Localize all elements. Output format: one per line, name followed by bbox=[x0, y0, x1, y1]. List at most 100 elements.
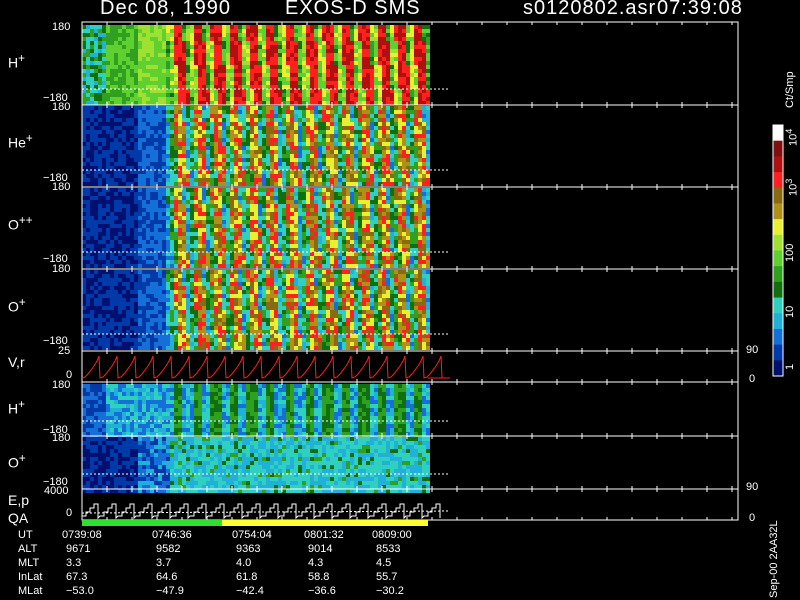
heatmap-cell bbox=[298, 101, 302, 105]
heatmap-cell bbox=[374, 196, 378, 200]
heatmap-cell bbox=[366, 57, 370, 61]
heatmap-cell bbox=[242, 118, 246, 122]
heatmap-cell bbox=[290, 252, 294, 256]
heatmap-cell bbox=[202, 45, 206, 49]
heatmap-cell bbox=[190, 110, 194, 114]
heatmap-cell bbox=[306, 236, 310, 240]
heatmap-cell bbox=[94, 45, 98, 49]
heatmap-cell bbox=[210, 45, 214, 49]
heatmap-cell bbox=[86, 114, 90, 118]
heatmap-cell bbox=[194, 146, 198, 150]
heatmap-cell bbox=[242, 232, 246, 236]
heatmap-cell bbox=[110, 138, 114, 142]
heatmap-cell bbox=[198, 212, 202, 216]
heatmap-cell bbox=[378, 200, 382, 204]
heatmap-cell bbox=[302, 118, 306, 122]
heatmap-cell bbox=[138, 93, 142, 97]
heatmap-cell bbox=[170, 196, 174, 200]
heatmap-cell bbox=[234, 81, 238, 85]
heatmap-cell bbox=[98, 264, 102, 268]
heatmap-cell bbox=[306, 256, 310, 260]
heatmap-cell bbox=[306, 57, 310, 61]
heatmap-cell bbox=[370, 236, 374, 240]
heatmap-cell bbox=[118, 73, 122, 77]
heatmap-cell bbox=[106, 61, 110, 65]
heatmap-cell bbox=[290, 170, 294, 174]
heatmap-cell bbox=[282, 256, 286, 260]
heatmap-cell bbox=[102, 45, 106, 49]
heatmap-cell bbox=[306, 174, 310, 178]
heatmap-cell bbox=[206, 81, 210, 85]
heatmap-cell bbox=[390, 134, 394, 138]
heatmap-cell bbox=[282, 73, 286, 77]
heatmap-cell bbox=[370, 106, 374, 110]
heatmap-cell bbox=[150, 232, 154, 236]
heatmap-cell bbox=[370, 130, 374, 134]
heatmap-cell bbox=[282, 188, 286, 192]
heatmap-cell bbox=[98, 248, 102, 252]
heatmap-cell bbox=[106, 45, 110, 49]
heatmap-cell bbox=[122, 170, 126, 174]
heatmap-cell bbox=[202, 216, 206, 220]
heatmap-cell bbox=[178, 170, 182, 174]
heatmap-cell bbox=[102, 134, 106, 138]
heatmap-cell bbox=[350, 122, 354, 126]
heatmap-cell bbox=[262, 170, 266, 174]
heatmap-cell bbox=[262, 77, 266, 81]
heatmap-cell bbox=[382, 170, 386, 174]
heatmap-cell bbox=[422, 81, 426, 85]
heatmap-cell bbox=[282, 264, 286, 268]
heatmap-cell bbox=[294, 220, 298, 224]
heatmap-cell bbox=[114, 178, 118, 182]
heatmap-cell bbox=[166, 154, 170, 158]
heatmap-cell bbox=[402, 85, 406, 89]
heatmap-cell bbox=[326, 188, 330, 192]
heatmap-cell bbox=[330, 154, 334, 158]
heatmap-cell bbox=[150, 33, 154, 37]
heatmap-cell bbox=[274, 89, 278, 93]
heatmap-cell bbox=[326, 170, 330, 174]
heatmap-cell bbox=[254, 97, 258, 101]
heatmap-cell bbox=[142, 170, 146, 174]
heatmap-cell bbox=[130, 89, 134, 93]
heatmap-cell bbox=[178, 110, 182, 114]
heatmap-cell bbox=[170, 49, 174, 53]
heatmap-cell bbox=[290, 224, 294, 228]
heatmap-cell bbox=[234, 49, 238, 53]
heatmap-cell bbox=[134, 158, 138, 162]
heatmap-cell bbox=[250, 69, 254, 73]
heatmap-cell bbox=[350, 41, 354, 45]
heatmap-cell bbox=[162, 188, 166, 192]
heatmap-cell bbox=[126, 244, 130, 248]
heatmap-cell bbox=[126, 37, 130, 41]
heatmap-cell bbox=[386, 138, 390, 142]
heatmap-cell bbox=[290, 256, 294, 260]
heatmap-cell bbox=[170, 162, 174, 166]
heatmap-cell bbox=[82, 110, 86, 114]
heatmap-cell bbox=[370, 162, 374, 166]
heatmap-cell bbox=[226, 61, 230, 65]
heatmap-cell bbox=[122, 162, 126, 166]
heatmap-cell bbox=[402, 57, 406, 61]
heatmap-cell bbox=[286, 208, 290, 212]
heatmap-cell bbox=[106, 150, 110, 154]
heatmap-cell bbox=[138, 188, 142, 192]
heatmap-cell bbox=[182, 142, 186, 146]
heatmap-cell bbox=[378, 85, 382, 89]
heatmap-cell bbox=[210, 134, 214, 138]
heatmap-cell bbox=[306, 260, 310, 264]
heatmap-cell bbox=[126, 97, 130, 101]
heatmap-cell bbox=[238, 196, 242, 200]
heatmap-cell bbox=[158, 77, 162, 81]
heatmap-cell bbox=[86, 236, 90, 240]
heatmap-cell bbox=[138, 212, 142, 216]
heatmap-cell bbox=[146, 232, 150, 236]
heatmap-cell bbox=[170, 150, 174, 154]
heatmap-cell bbox=[390, 25, 394, 29]
heatmap-cell bbox=[278, 228, 282, 232]
heatmap-cell bbox=[326, 29, 330, 33]
heatmap-cell bbox=[370, 69, 374, 73]
heatmap-cell bbox=[370, 126, 374, 130]
heatmap-cell bbox=[182, 122, 186, 126]
heatmap-cell bbox=[362, 89, 366, 93]
